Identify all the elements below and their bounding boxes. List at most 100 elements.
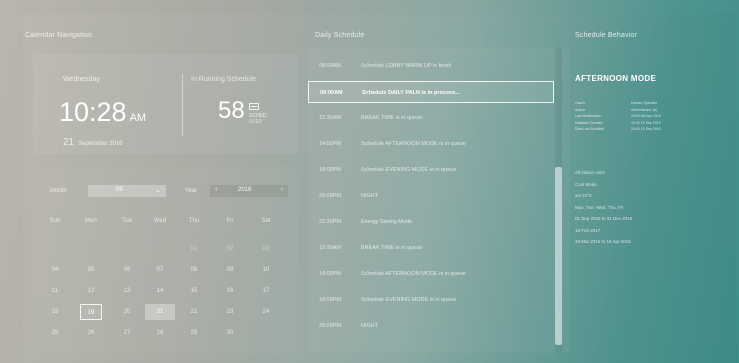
calendar-day[interactable]: 11 xyxy=(40,283,70,299)
schedule-text: Schedule LOBBY WARM UP is finish xyxy=(361,63,452,69)
calendar-day[interactable]: 04 xyxy=(40,262,70,278)
behavior-line: All Indoor units xyxy=(575,170,605,175)
calendar-day[interactable]: 09 xyxy=(215,262,245,278)
schedule-text: NIGHT xyxy=(361,193,379,199)
weekday-label: Wednesday xyxy=(63,76,100,83)
calendar-day[interactable]: 12 xyxy=(76,283,106,299)
schedule-row[interactable]: 14:00PM Schedule AFTERNOON MODE is in que… xyxy=(308,263,554,285)
schedule-time: 12:30AM xyxy=(319,245,342,251)
date-month-year: September 2016 xyxy=(78,141,123,147)
behavior-detail-row: Owner Human Operator xyxy=(575,101,657,105)
behavior-line: Cool Mode xyxy=(575,181,597,187)
behavior-detail-row: Date Last Modified 20:00 15 Sep 2016 xyxy=(575,127,661,131)
calendar-day[interactable]: 08 xyxy=(179,262,209,278)
calendar-panel: Wednesday 10:28 AM 21 September 2016 In Ru… xyxy=(33,54,298,354)
behavior-line: set 24°C xyxy=(575,193,593,198)
daily-schedule-title: Daily Schedule xyxy=(315,32,365,39)
month-select-value: 09 xyxy=(116,187,123,193)
calendar-day[interactable]: 18 xyxy=(40,304,70,320)
calendar-day[interactable]: 05 xyxy=(76,262,106,278)
schedule-time: 14:00PM xyxy=(319,141,342,147)
schedule-row[interactable]: 12:30AM BREAK TIME is in queue xyxy=(308,107,554,129)
schedule-row-active[interactable]: 09:00AM Schedule DAILY PALN is in process… xyxy=(308,81,554,103)
behavior-line: 15 Feb 2017 xyxy=(575,227,601,233)
calendar-day[interactable]: 26 xyxy=(76,325,106,341)
schedule-row[interactable]: 08:00AM Schedule LOBBY WARM UP is finish xyxy=(308,55,554,77)
behavior-detail-value: 10:20 18 Sep 2016 xyxy=(631,120,661,125)
schedule-time: 18:00PM xyxy=(319,167,342,173)
month-select[interactable]: 09 ⌄ xyxy=(88,185,166,197)
behavior-line: Mon, Tue, Wed, Thu, Fri xyxy=(575,204,624,210)
behavior-detail-row: Author Administrator (N) xyxy=(575,107,657,112)
schedule-time: 14:00PM xyxy=(319,271,342,277)
year-select-value: 2016 xyxy=(238,187,252,193)
schedule-row[interactable]: 22:30PM Energy Saving Mode xyxy=(308,211,554,233)
calendar-day[interactable]: 25 xyxy=(40,325,70,341)
calendar-day[interactable]: 06 xyxy=(112,262,142,278)
calendar-day-selected[interactable]: 21 xyxy=(145,304,175,320)
behavior-detail-row: Last Modification 09:00 AM Apr 2016 xyxy=(575,114,661,118)
behavior-detail-value: 09:00 AM Apr 2016 xyxy=(631,114,661,118)
behavior-detail-key: Author xyxy=(575,107,586,112)
calendar-day[interactable]: 14 xyxy=(145,283,175,299)
calendar-day[interactable]: 24 xyxy=(251,304,281,320)
behavior-detail-key: Datetime Created xyxy=(575,120,603,125)
behavior-detail-key: Owner xyxy=(575,101,586,105)
calendar-day[interactable]: 07 xyxy=(145,262,175,278)
weekday-wed: Wed xyxy=(153,218,167,224)
time-value: 10:28 xyxy=(59,97,127,127)
schedule-time: 12:30AM xyxy=(319,115,342,121)
calendar-day[interactable]: 29 xyxy=(179,325,209,341)
calendar-day[interactable]: 23 xyxy=(215,304,245,320)
calendar-day[interactable]: 20 xyxy=(112,304,142,320)
schedule-scrollbar-thumb[interactable] xyxy=(555,167,562,345)
schedule-behavior-panel: AFTERNOON MODE Owner Human Operator Author… xyxy=(575,54,735,354)
calendar-day[interactable]: 27 xyxy=(112,325,142,341)
behavior-detail-key: Last Modification xyxy=(575,114,602,118)
schedule-row[interactable]: 20:00PM NIGHT xyxy=(308,315,554,337)
schedule-time: 20:00PM xyxy=(319,193,342,199)
chevron-right-icon[interactable]: › xyxy=(281,186,283,193)
schedule-text: Schedule EVENING MODE is in queue xyxy=(361,167,457,173)
time-ampm: AM xyxy=(129,112,147,124)
calendar-day[interactable]: 28 xyxy=(145,325,175,341)
weekday-sat: Sat xyxy=(261,218,271,224)
schedule-row[interactable]: 14:00PM Schedule AFTERNOON MODE is in que… xyxy=(308,133,554,155)
calendar-day[interactable]: 13 xyxy=(112,283,142,299)
calendar-day[interactable]: 03 xyxy=(251,241,281,257)
weekday-fri: Fri xyxy=(226,218,234,224)
year-select[interactable]: ‹ 2016 › xyxy=(210,185,288,197)
schedule-row[interactable]: 18:00PM Schedule EVENING MODE is in queue xyxy=(308,289,554,311)
schedule-text: BREAK TIME is in queue xyxy=(361,245,423,251)
calendar-day[interactable]: 16 xyxy=(215,283,245,299)
calendar-day[interactable]: 02 xyxy=(215,241,245,257)
date-day: 21 xyxy=(63,137,75,148)
calendar-day[interactable]: 22 xyxy=(179,304,209,320)
chevron-left-icon[interactable]: ‹ xyxy=(215,186,217,193)
calendar-day-today[interactable]: 19 xyxy=(80,304,102,320)
calendar-day[interactable]: 01 xyxy=(179,241,209,257)
behavior-line: 01 Sep 2016 to 31 Dec 2016 xyxy=(575,216,633,221)
behavior-detail-row: Datetime Created 10:20 18 Sep 2016 xyxy=(575,120,661,125)
schedule-time: 22:30PM xyxy=(319,219,342,225)
clock-card: Wednesday 10:28 AM 21 September 2016 In Ru… xyxy=(33,54,298,154)
schedule-row[interactable]: 20:00PM NIGHT xyxy=(308,185,554,207)
schedule-row[interactable]: 12:30AM BREAK TIME is in queue xyxy=(308,237,554,259)
app-screen: Calendar Navigation Daily Schedule Sched… xyxy=(23,14,737,363)
schedule-time: 08:00AM xyxy=(319,63,342,69)
behavior-detail-value: 20:00 15 Sep 2016 xyxy=(631,127,661,131)
calendar-day[interactable]: 17 xyxy=(251,283,281,299)
schedule-text: Energy Saving Mode xyxy=(361,219,413,225)
running-schedule-count: 58 xyxy=(218,97,245,124)
calendar-day[interactable]: 30 xyxy=(215,325,245,341)
year-label: Year xyxy=(185,188,198,194)
schedule-icon xyxy=(249,103,259,110)
calendar-day[interactable]: 15 xyxy=(179,283,209,299)
calendar-day[interactable]: 10 xyxy=(251,262,281,278)
schedule-row[interactable]: 18:00PM Schedule EVENING MODE is in queue xyxy=(308,159,554,181)
weekday-mon: Mon xyxy=(85,218,97,224)
schedule-text: Schedule DAILY PALN is in process... xyxy=(362,90,460,96)
daily-schedule-list[interactable]: 08:00AM Schedule LOBBY WARM UP is finish 0… xyxy=(308,47,570,353)
behavior-line: 23 Mar 2016 to 18 Apr 2016 xyxy=(575,239,631,244)
schedule-text: NIGHT xyxy=(361,323,379,329)
